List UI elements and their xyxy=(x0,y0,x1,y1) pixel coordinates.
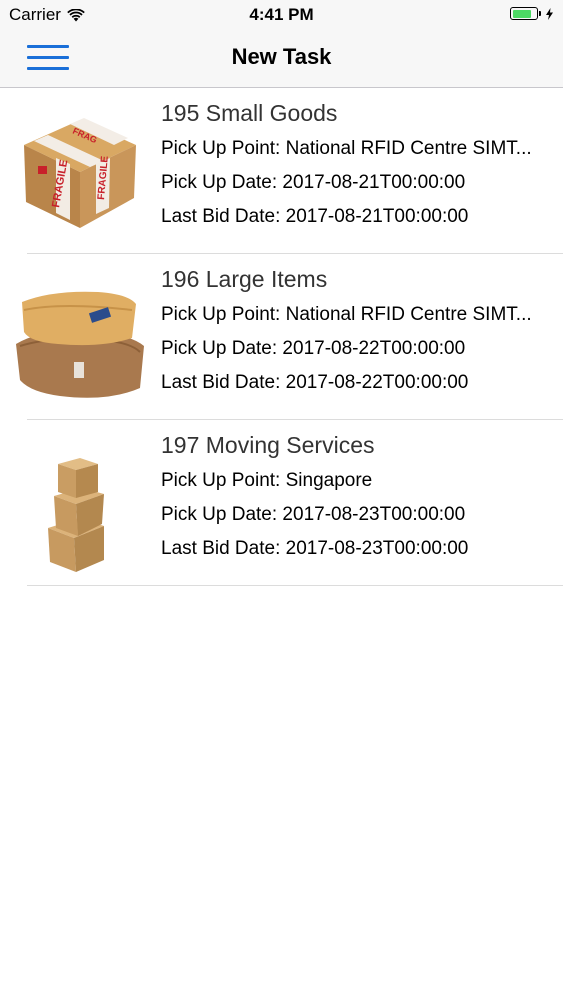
stacked-boxes-image xyxy=(48,458,104,572)
battery-indicator xyxy=(510,7,553,20)
pickup-point: Pick Up Point: National RFID Centre SIMT… xyxy=(161,138,532,159)
padded-envelopes-image xyxy=(16,291,144,398)
task-details: 197 Moving Services Pick Up Point: Singa… xyxy=(161,430,553,566)
status-time: 4:41 PM xyxy=(249,5,314,24)
task-title: 195 Small Goods xyxy=(161,100,338,126)
battery-cap xyxy=(539,11,541,16)
page-title: New Task xyxy=(231,44,332,69)
last-bid-date: Last Bid Date: 2017-08-23T00:00:00 xyxy=(161,538,469,559)
charging-bolt-icon xyxy=(546,7,553,20)
pickup-point: Pick Up Point: Singapore xyxy=(161,470,373,491)
task-row[interactable]: 197 Moving Services Pick Up Point: Singa… xyxy=(0,420,563,586)
pickup-date: Pick Up Date: 2017-08-23T00:00:00 xyxy=(161,504,466,525)
task-title: 197 Moving Services xyxy=(161,432,375,458)
fragile-parcel-image: FRAGILE FRAGILE FRAG xyxy=(24,118,136,228)
task-list: FRAGILE FRAGILE FRAG 195 Small Goods Pic… xyxy=(0,88,563,586)
navigation-bar: New Task xyxy=(0,28,563,88)
task-details: 196 Large Items Pick Up Point: National … xyxy=(161,264,553,400)
task-row[interactable]: FRAGILE FRAGILE FRAG 195 Small Goods Pic… xyxy=(0,88,563,254)
battery-level-fill xyxy=(512,9,531,18)
last-bid-date: Last Bid Date: 2017-08-21T00:00:00 xyxy=(161,206,469,227)
battery-icon xyxy=(510,7,538,20)
task-row[interactable]: 196 Large Items Pick Up Point: National … xyxy=(0,254,563,420)
pickup-date: Pick Up Date: 2017-08-21T00:00:00 xyxy=(161,172,466,193)
last-bid-date: Last Bid Date: 2017-08-22T00:00:00 xyxy=(161,372,469,393)
pickup-point: Pick Up Point: National RFID Centre SIMT… xyxy=(161,304,532,325)
task-title: 196 Large Items xyxy=(161,266,328,292)
status-bar: Carrier 4:41 PM xyxy=(0,0,563,28)
pickup-date: Pick Up Date: 2017-08-22T00:00:00 xyxy=(161,338,466,359)
task-details: 195 Small Goods Pick Up Point: National … xyxy=(161,98,553,234)
